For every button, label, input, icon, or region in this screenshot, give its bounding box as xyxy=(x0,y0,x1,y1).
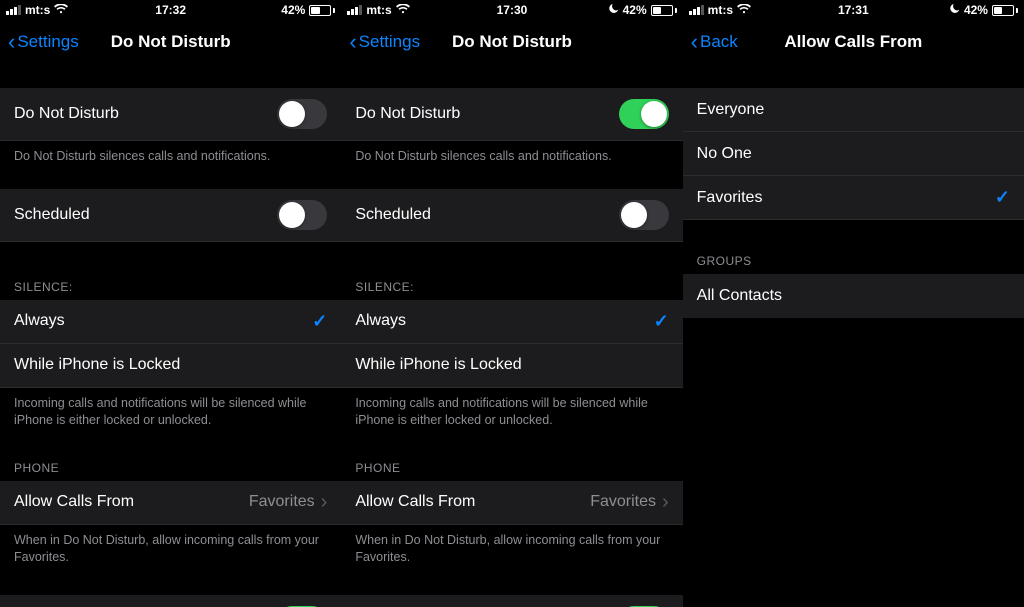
scheduled-label: Scheduled xyxy=(14,206,90,224)
dnd-footer: Do Not Disturb silences calls and notifi… xyxy=(341,141,682,165)
checkmark-icon: ✓ xyxy=(654,311,669,332)
dnd-toggle[interactable] xyxy=(619,99,669,129)
option-label: Everyone xyxy=(697,101,765,119)
cellular-signal-icon xyxy=(689,5,704,15)
status-time: 17:31 xyxy=(838,3,869,17)
phone-header: PHONE xyxy=(341,461,682,481)
dnd-label: Do Not Disturb xyxy=(14,105,119,123)
status-time: 17:32 xyxy=(155,3,186,17)
checkmark-icon: ✓ xyxy=(312,311,327,332)
option-label: Favorites xyxy=(697,189,763,207)
battery-icon xyxy=(309,5,335,16)
screen-dnd-off: mt:s 17:32 42% ‹ Settings Do Not Disturb… xyxy=(0,0,341,607)
checkmark-icon: ✓ xyxy=(995,187,1010,208)
allow-calls-row[interactable]: Allow Calls From Favorites › xyxy=(0,481,341,525)
battery-pct: 42% xyxy=(281,3,305,17)
back-label: Back xyxy=(700,32,738,52)
dnd-toggle-row[interactable]: Do Not Disturb xyxy=(0,88,341,141)
screen-dnd-on: mt:s 17:30 42% ‹ Settings Do Not Disturb… xyxy=(341,0,682,607)
nav-bar: ‹ Settings Do Not Disturb xyxy=(341,20,682,64)
allow-calls-footer: When in Do Not Disturb, allow incoming c… xyxy=(341,525,682,566)
nav-bar: ‹ Settings Do Not Disturb xyxy=(0,20,341,64)
dnd-footer: Do Not Disturb silences calls and notifi… xyxy=(0,141,341,165)
scheduled-toggle-row[interactable]: Scheduled xyxy=(341,189,682,242)
group-label: All Contacts xyxy=(697,287,782,305)
silence-header: SILENCE: xyxy=(0,280,341,300)
repeated-calls-row[interactable]: Repeated Calls xyxy=(0,595,341,607)
allow-calls-label: Allow Calls From xyxy=(355,493,475,511)
scheduled-toggle[interactable] xyxy=(619,200,669,230)
page-title: Do Not Disturb xyxy=(452,32,572,52)
scheduled-toggle-row[interactable]: Scheduled xyxy=(0,189,341,242)
back-label: Settings xyxy=(359,32,420,52)
chevron-right-icon: › xyxy=(321,492,328,512)
carrier-label: mt:s xyxy=(366,3,391,17)
allow-calls-label: Allow Calls From xyxy=(14,493,134,511)
scheduled-label: Scheduled xyxy=(355,206,431,224)
silence-locked-label: While iPhone is Locked xyxy=(14,356,180,374)
battery-icon xyxy=(651,5,677,16)
page-title: Allow Calls From xyxy=(784,32,922,52)
wifi-icon xyxy=(396,4,410,17)
allow-calls-row[interactable]: Allow Calls From Favorites › xyxy=(341,481,682,525)
silence-locked-row[interactable]: While iPhone is Locked xyxy=(341,344,682,388)
silence-footer: Incoming calls and notifications will be… xyxy=(341,388,682,429)
status-time: 17:30 xyxy=(497,3,528,17)
back-button[interactable]: ‹ Back xyxy=(691,31,738,53)
moon-icon xyxy=(608,3,619,17)
back-button[interactable]: ‹ Settings xyxy=(349,31,420,53)
status-bar: mt:s 17:30 42% xyxy=(341,0,682,20)
group-all-contacts[interactable]: All Contacts xyxy=(683,274,1024,318)
screen-allow-calls: mt:s 17:31 42% ‹ Back Allow Calls From E… xyxy=(683,0,1024,607)
chevron-left-icon: ‹ xyxy=(8,31,15,53)
nav-bar: ‹ Back Allow Calls From xyxy=(683,20,1024,64)
cellular-signal-icon xyxy=(347,5,362,15)
status-bar: mt:s 17:32 42% xyxy=(0,0,341,20)
page-title: Do Not Disturb xyxy=(111,32,231,52)
allow-calls-value: Favorites xyxy=(590,493,656,511)
groups-header: GROUPS xyxy=(683,254,1024,274)
battery-pct: 42% xyxy=(623,3,647,17)
allow-calls-footer: When in Do Not Disturb, allow incoming c… xyxy=(0,525,341,566)
dnd-label: Do Not Disturb xyxy=(355,105,460,123)
allow-calls-value: Favorites xyxy=(249,493,315,511)
silence-always-label: Always xyxy=(14,312,65,330)
silence-always-label: Always xyxy=(355,312,406,330)
battery-pct: 42% xyxy=(964,3,988,17)
back-label: Settings xyxy=(17,32,78,52)
phone-header: PHONE xyxy=(0,461,341,481)
dnd-toggle-row[interactable]: Do Not Disturb xyxy=(341,88,682,141)
option-label: No One xyxy=(697,145,752,163)
carrier-label: mt:s xyxy=(25,3,50,17)
silence-header: SILENCE: xyxy=(341,280,682,300)
status-bar: mt:s 17:31 42% xyxy=(683,0,1024,20)
chevron-left-icon: ‹ xyxy=(691,31,698,53)
carrier-label: mt:s xyxy=(708,3,733,17)
silence-always-row[interactable]: Always ✓ xyxy=(341,300,682,344)
chevron-right-icon: › xyxy=(662,492,669,512)
silence-locked-label: While iPhone is Locked xyxy=(355,356,521,374)
cellular-signal-icon xyxy=(6,5,21,15)
allow-option-favorites[interactable]: Favorites ✓ xyxy=(683,176,1024,220)
battery-icon xyxy=(992,5,1018,16)
back-button[interactable]: ‹ Settings xyxy=(8,31,79,53)
silence-always-row[interactable]: Always ✓ xyxy=(0,300,341,344)
chevron-left-icon: ‹ xyxy=(349,31,356,53)
moon-icon xyxy=(949,3,960,17)
dnd-toggle[interactable] xyxy=(277,99,327,129)
wifi-icon xyxy=(737,4,751,17)
repeated-calls-row[interactable]: Repeated Calls xyxy=(341,595,682,607)
silence-footer: Incoming calls and notifications will be… xyxy=(0,388,341,429)
scheduled-toggle[interactable] xyxy=(277,200,327,230)
wifi-icon xyxy=(54,4,68,17)
silence-locked-row[interactable]: While iPhone is Locked xyxy=(0,344,341,388)
allow-option-everyone[interactable]: Everyone xyxy=(683,88,1024,132)
allow-option-no-one[interactable]: No One xyxy=(683,132,1024,176)
